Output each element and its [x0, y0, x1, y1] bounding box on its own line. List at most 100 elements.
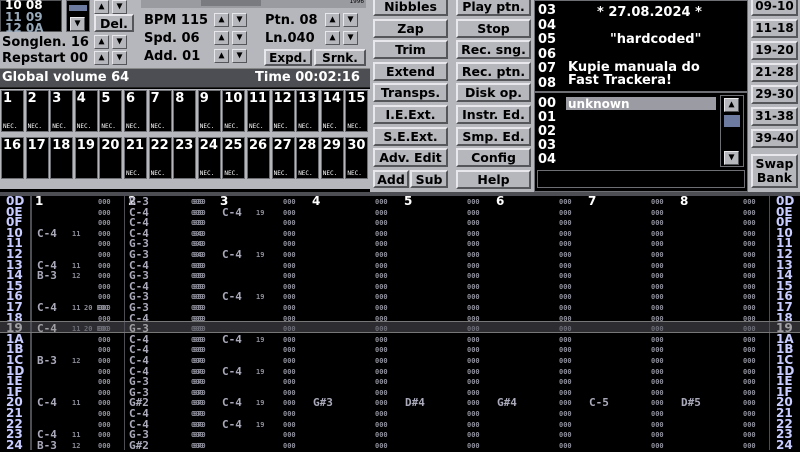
channel-cell-25[interactable]: 25 NEC. — [222, 137, 246, 179]
instrument-number-03[interactable]: 03 — [538, 139, 556, 153]
tempo-slider-knob[interactable] — [201, 0, 261, 6]
channel-cell-22[interactable]: 22 NEC. — [148, 137, 172, 179]
channel-cell-1[interactable]: 1 NEC. — [1, 90, 24, 132]
instrument-number-04[interactable]: 04 — [538, 153, 556, 167]
channel-cell-27[interactable]: 27 NEC. — [271, 137, 295, 179]
tempo-slider[interactable]: 1996 — [141, 0, 366, 8]
btn-config[interactable]: Config — [456, 148, 531, 168]
volume-cell: 000 — [651, 378, 664, 387]
channel-cell-29[interactable]: 29 NEC. — [320, 137, 344, 179]
bpm-up-icon[interactable]: ▲ — [214, 13, 229, 27]
channel-cell-9[interactable]: 9 NEC. — [197, 90, 221, 132]
bank-button-29-30[interactable]: 29-30 — [751, 85, 798, 104]
note-cell: D#4 — [405, 396, 425, 410]
bank-button-21-28[interactable]: 21-28 — [751, 63, 798, 82]
bank-button-09-10[interactable]: 09-10 — [751, 0, 798, 16]
bpm-down-icon[interactable]: ▼ — [232, 13, 247, 27]
channel-cell-21[interactable]: 21 NEC. — [124, 137, 147, 179]
ln-label: Ln.040 — [265, 31, 315, 46]
btn-disk-op-[interactable]: Disk op. — [456, 83, 531, 103]
ln-up-icon[interactable]: ▲ — [325, 31, 340, 45]
channel-cell-20[interactable]: 20 — [99, 137, 123, 179]
add-button[interactable]: Add — [373, 170, 409, 188]
channel-cell-5[interactable]: 5 NEC. — [99, 90, 123, 132]
pos-up-icon[interactable]: ▲ — [94, 0, 109, 14]
repstart-down-icon[interactable]: ▼ — [112, 51, 127, 65]
pos-down-icon[interactable]: ▼ — [112, 0, 127, 14]
spd-down-icon[interactable]: ▼ — [232, 31, 247, 45]
sub-button[interactable]: Sub — [410, 170, 448, 188]
songlen-up-icon[interactable]: ▲ — [94, 35, 109, 49]
scroll-down-icon[interactable]: ▼ — [70, 17, 85, 31]
songlen-down-icon[interactable]: ▼ — [112, 35, 127, 49]
bank-button-11-18[interactable]: 11-18 — [751, 19, 798, 38]
channel-cell-23[interactable]: 23 — [173, 137, 197, 179]
btn-s-e-ext-[interactable]: S.E.Ext. — [373, 126, 448, 146]
channel-cell-2[interactable]: 2 NEC. — [25, 90, 49, 132]
volume-cell: 000 — [283, 378, 296, 387]
channel-cell-28[interactable]: 28 NEC. — [296, 137, 320, 179]
channel-cell-19[interactable]: 19 — [74, 137, 98, 179]
bank-button-19-20[interactable]: 19-20 — [751, 41, 798, 60]
volume-cell: 000 — [375, 346, 388, 355]
position-list[interactable]: 10 08 11 09 12 0A — [0, 0, 62, 35]
channel-cell-16[interactable]: 16 — [1, 137, 24, 179]
channel-cell-26[interactable]: 26 — [247, 137, 270, 179]
ln-down-icon[interactable]: ▼ — [343, 31, 358, 45]
channel-cell-17[interactable]: 17 — [25, 137, 49, 179]
channel-cell-4[interactable]: 4 NEC. — [74, 90, 98, 132]
channel-cell-11[interactable]: 11 NEC. — [247, 90, 270, 132]
btn-rec-sng-[interactable]: Rec. sng. — [456, 40, 531, 60]
del-button[interactable]: Del. — [94, 14, 134, 32]
spd-up-icon[interactable]: ▲ — [214, 31, 229, 45]
btn-stop[interactable]: Stop — [456, 18, 531, 38]
expd-button[interactable]: Expd. — [264, 49, 312, 66]
volume-cell: 000 — [559, 240, 572, 249]
channel-cell-13[interactable]: 13 NEC. — [296, 90, 320, 132]
channel-cell-7[interactable]: 7 NEC. — [148, 90, 172, 132]
ptn-down-icon[interactable]: ▼ — [343, 13, 358, 27]
srnk-button[interactable]: Srnk. — [314, 49, 366, 66]
btn-smp-ed-[interactable]: Smp. Ed. — [456, 126, 531, 146]
repstart-up-icon[interactable]: ▲ — [94, 51, 109, 65]
instrument-cell: 11 — [72, 399, 81, 408]
btn-help[interactable]: Help — [456, 169, 531, 189]
channel-cell-30[interactable]: 30 NEC. — [345, 137, 369, 179]
inst-scroll-thumb[interactable] — [724, 115, 740, 127]
inst-scroll-down-icon[interactable]: ▼ — [724, 151, 739, 165]
instrument-number-00[interactable]: 00 — [538, 97, 556, 111]
instrument-number-01[interactable]: 01 — [538, 111, 556, 125]
channel-cell-18[interactable]: 18 — [50, 137, 74, 179]
btn-trim[interactable]: Trim — [373, 40, 448, 60]
swap-bank-button[interactable]: Swap Bank — [751, 154, 798, 188]
btn-nibbles[interactable]: Nibbles — [373, 0, 448, 16]
channel-cell-14[interactable]: 14 NEC. — [320, 90, 344, 132]
sample-name-field[interactable] — [537, 170, 745, 188]
channel-cell-10[interactable]: 10 NEC. — [222, 90, 246, 132]
btn-zap[interactable]: Zap — [373, 18, 448, 38]
channel-cell-6[interactable]: 6 NEC. — [124, 90, 147, 132]
position-scrollbar[interactable]: ▼ — [66, 0, 90, 32]
add-down-icon[interactable]: ▼ — [232, 49, 247, 63]
add-up-icon[interactable]: ▲ — [214, 49, 229, 63]
instrument-name[interactable]: unknown — [568, 97, 629, 111]
inst-scroll-up-icon[interactable]: ▲ — [724, 98, 739, 112]
ptn-up-icon[interactable]: ▲ — [325, 13, 340, 27]
btn-adv-edit[interactable]: Adv. Edit — [373, 148, 448, 168]
btn-play-ptn-[interactable]: Play ptn. — [456, 0, 531, 16]
btn-transps-[interactable]: Transps. — [373, 83, 448, 103]
bank-button-31-38[interactable]: 31-38 — [751, 107, 798, 126]
btn-instr-ed-[interactable]: Instr. Ed. — [456, 105, 531, 124]
bank-button-39-40[interactable]: 39-40 — [751, 129, 798, 148]
btn-i-e-ext-[interactable]: I.E.Ext. — [373, 105, 448, 124]
channel-cell-8[interactable]: 8 — [173, 90, 197, 132]
instrument-scrollbar[interactable]: ▲ ▼ — [720, 95, 744, 167]
scroll-thumb[interactable] — [69, 5, 87, 11]
channel-cell-24[interactable]: 24 NEC. — [197, 137, 221, 179]
btn-extend[interactable]: Extend — [373, 61, 448, 81]
instrument-number-02[interactable]: 02 — [538, 125, 556, 139]
channel-cell-15[interactable]: 15 NEC. — [345, 90, 369, 132]
channel-cell-3[interactable]: 3 NEC. — [50, 90, 74, 132]
channel-cell-12[interactable]: 12 NEC. — [271, 90, 295, 132]
btn-rec-ptn-[interactable]: Rec. ptn. — [456, 61, 531, 81]
